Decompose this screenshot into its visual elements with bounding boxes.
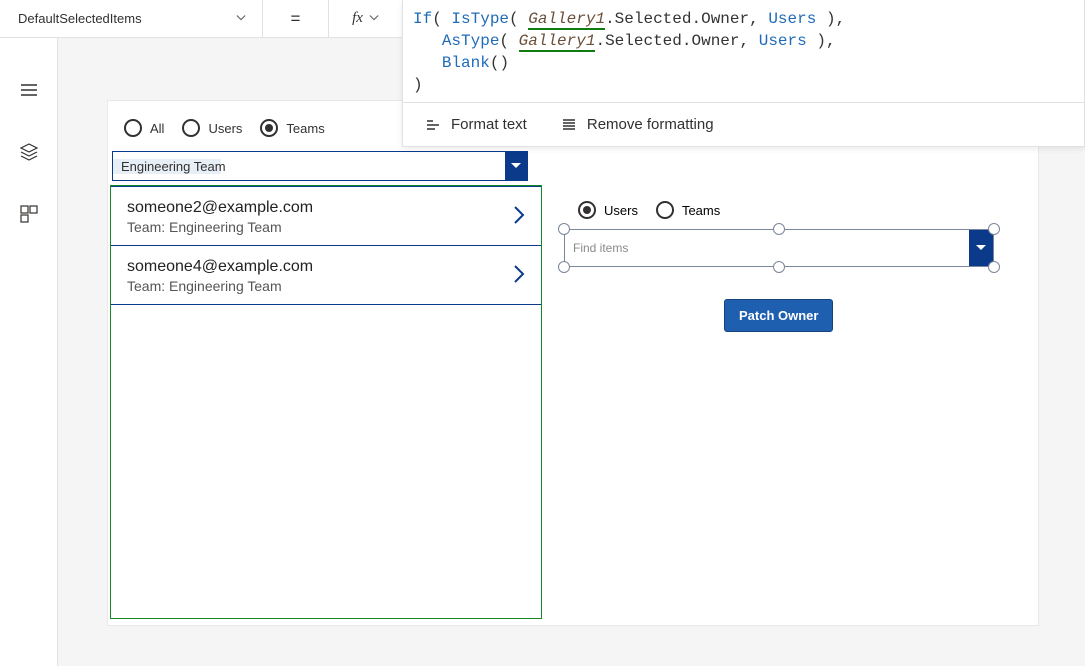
right-radio-teams[interactable]: Teams bbox=[656, 201, 720, 219]
chevron-right-icon bbox=[511, 203, 527, 232]
chevron-down-icon[interactable] bbox=[969, 230, 993, 266]
resize-handle[interactable] bbox=[558, 223, 570, 235]
radio-icon bbox=[260, 119, 278, 137]
patch-owner-button[interactable]: Patch Owner bbox=[724, 299, 833, 332]
gallery-item[interactable]: someone2@example.com Team: Engineering T… bbox=[111, 186, 541, 246]
chevron-right-icon bbox=[511, 262, 527, 291]
radio-teams[interactable]: Teams bbox=[260, 119, 324, 137]
radio-all[interactable]: All bbox=[124, 119, 164, 137]
fx-button[interactable]: fx bbox=[328, 0, 402, 38]
remove-formatting-button[interactable]: Remove formatting bbox=[561, 116, 714, 133]
gallery-item-subtitle: Team: Engineering Team bbox=[127, 219, 313, 235]
hamburger-icon[interactable] bbox=[17, 78, 41, 102]
remove-formatting-icon bbox=[561, 117, 577, 133]
team-combobox[interactable]: Engineering Team bbox=[112, 151, 528, 181]
format-text-button[interactable]: Format text bbox=[425, 116, 527, 133]
chevron-down-icon bbox=[236, 11, 246, 26]
resize-handle[interactable] bbox=[988, 261, 1000, 273]
radio-icon bbox=[656, 201, 674, 219]
chevron-down-icon bbox=[369, 10, 379, 28]
app-screen: All Users Teams Engineering Team someone… bbox=[108, 101, 1038, 625]
property-selector[interactable]: DefaultSelectedItems bbox=[0, 0, 262, 38]
fx-label: fx bbox=[352, 10, 363, 27]
right-radio-users[interactable]: Users bbox=[578, 201, 638, 219]
gallery-item[interactable]: someone4@example.com Team: Engineering T… bbox=[111, 246, 541, 305]
property-name: DefaultSelectedItems bbox=[18, 11, 142, 26]
left-rail bbox=[0, 38, 58, 666]
gallery-item-subtitle: Team: Engineering Team bbox=[127, 278, 313, 294]
resize-handle[interactable] bbox=[773, 223, 785, 235]
selected-combobox-control[interactable]: Find items bbox=[564, 229, 994, 267]
resize-handle[interactable] bbox=[558, 261, 570, 273]
components-icon[interactable] bbox=[17, 202, 41, 226]
radio-users[interactable]: Users bbox=[182, 119, 242, 137]
resize-handle[interactable] bbox=[988, 223, 1000, 235]
gallery-item-email: someone4@example.com bbox=[127, 258, 313, 276]
radio-icon bbox=[182, 119, 200, 137]
formula-editor-panel: If( IsType( Gallery1.Selected.Owner, Use… bbox=[402, 0, 1085, 147]
format-text-icon bbox=[425, 117, 441, 133]
resize-handle[interactable] bbox=[773, 261, 785, 273]
layers-icon[interactable] bbox=[17, 140, 41, 164]
radio-icon bbox=[578, 201, 596, 219]
chevron-down-icon[interactable] bbox=[505, 152, 527, 180]
equals-label: = bbox=[262, 0, 328, 38]
gallery[interactable]: someone2@example.com Team: Engineering T… bbox=[110, 185, 542, 619]
formula-editor[interactable]: If( IsType( Gallery1.Selected.Owner, Use… bbox=[403, 0, 1084, 102]
gallery-item-email: someone2@example.com bbox=[127, 199, 313, 217]
team-combobox-value: Engineering Team bbox=[113, 159, 505, 174]
find-items-input[interactable]: Find items bbox=[565, 230, 969, 266]
radio-icon bbox=[124, 119, 142, 137]
